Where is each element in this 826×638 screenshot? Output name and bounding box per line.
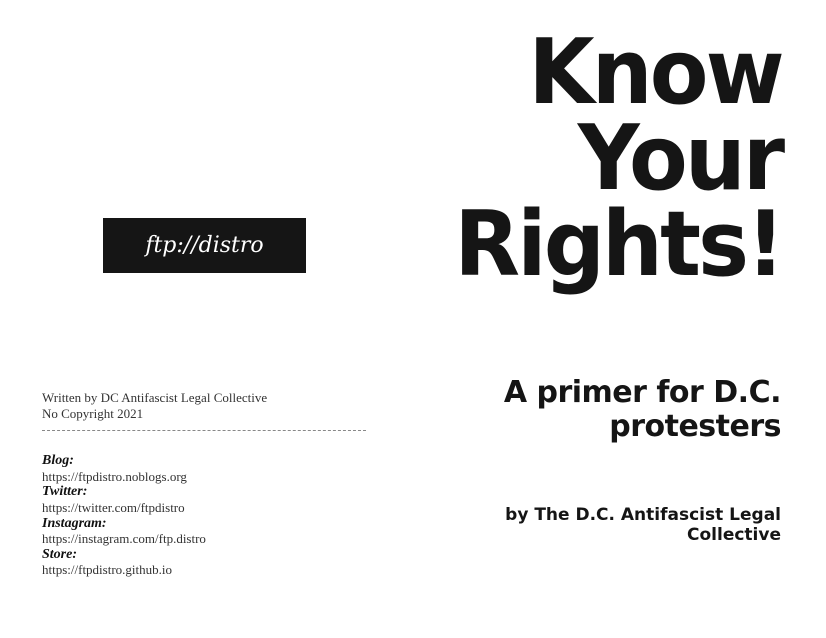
twitter-label: Twitter: bbox=[42, 484, 88, 500]
subtitle: A primer for D.C. protesters bbox=[503, 375, 782, 444]
instagram-label: Instagram: bbox=[42, 515, 107, 531]
store-link[interactable]: https://ftpdistro.github.io bbox=[42, 562, 366, 578]
ftp-distro-logo: ftp://distro bbox=[103, 218, 306, 273]
byline-line-1: by The D.C. Antifascist Legal bbox=[505, 505, 781, 525]
twitter-link[interactable]: https://twitter.com/ftpdistro bbox=[42, 500, 366, 516]
subtitle-line-2: protesters bbox=[609, 409, 781, 444]
blog-label: Blog: bbox=[42, 453, 74, 469]
credits-block: Written by DC Antifascist Legal Collecti… bbox=[42, 390, 366, 578]
title-line-2: Your bbox=[577, 106, 785, 211]
byline-line-2: Collective bbox=[687, 525, 781, 545]
logo-text: ftp://distro bbox=[145, 233, 264, 258]
blog-link[interactable]: https://ftpdistro.noblogs.org bbox=[42, 469, 366, 485]
byline: by The D.C. Antifascist Legal Collective bbox=[505, 505, 781, 545]
written-by: Written by DC Antifascist Legal Collecti… bbox=[42, 390, 268, 405]
copyright: No Copyright 2021 bbox=[42, 405, 144, 421]
subtitle-line-1: A primer for D.C. bbox=[503, 375, 782, 410]
instagram-link[interactable]: https://instagram.com/ftp.distro bbox=[42, 531, 366, 547]
title-line-3: Rights! bbox=[453, 192, 785, 297]
store-label: Store: bbox=[42, 546, 77, 562]
dashed-divider bbox=[42, 430, 366, 432]
title-line-1: Know bbox=[528, 20, 785, 125]
